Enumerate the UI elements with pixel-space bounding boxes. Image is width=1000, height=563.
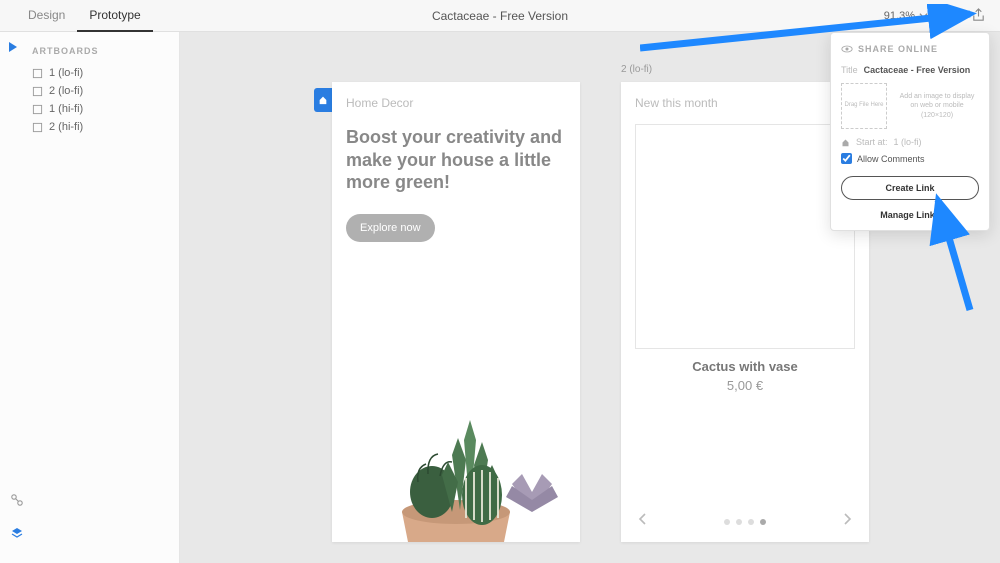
thumbnail-dropzone[interactable]: Drag File Here — [841, 83, 887, 129]
home-indicator[interactable] — [314, 88, 332, 112]
artboard-icon — [32, 122, 43, 133]
artboard-label: 2 (lo-fi) — [49, 85, 83, 97]
artboard-item-2-hifi[interactable]: 2 (hi-fi) — [32, 118, 179, 136]
home-icon — [841, 138, 850, 147]
share-icon[interactable] — [971, 8, 986, 23]
share-panel: SHARE ONLINE Title Cactaceae - Free Vers… — [830, 32, 990, 231]
artboard-item-1-lofi[interactable]: 1 (lo-fi) — [32, 64, 179, 82]
hero-illustration — [332, 352, 580, 542]
artboard-1-lofi[interactable]: 1 (lo-fi) Home Decor Boost your creativi… — [332, 82, 580, 542]
canvas[interactable]: 1 (lo-fi) Home Decor Boost your creativi… — [180, 32, 1000, 563]
chevron-right-icon[interactable] — [839, 511, 855, 532]
product-image-placeholder — [635, 124, 855, 349]
share-panel-heading: SHARE ONLINE — [841, 43, 979, 55]
artboard-item-1-hifi[interactable]: 1 (hi-fi) — [32, 100, 179, 118]
artboard-label: 1 (lo-fi) — [49, 67, 83, 79]
carousel-pager — [621, 511, 869, 532]
thumbnail-help: Add an image to display on web or mobile… — [895, 92, 979, 119]
layers-tool-icon[interactable] — [10, 526, 24, 545]
start-at-label: Start at: — [856, 137, 888, 147]
artboard-label: 1 (hi-fi) — [49, 103, 83, 115]
document-title: Cactaceae - Free Version — [432, 9, 568, 23]
product-name: Cactus with vase — [621, 359, 869, 374]
tab-design[interactable]: Design — [16, 0, 77, 32]
artboard-item-2-lofi[interactable]: 2 (lo-fi) — [32, 82, 179, 100]
share-title-value[interactable]: Cactaceae - Free Version — [864, 65, 971, 75]
artboard-label: 2 (hi-fi) — [49, 121, 83, 133]
product-price: 5,00 € — [621, 378, 869, 393]
artboard-icon — [32, 68, 43, 79]
home-icon — [318, 95, 328, 105]
zoom-value: 91.3% — [884, 10, 915, 22]
share-title-label: Title — [841, 65, 858, 75]
start-at-value[interactable]: 1 (lo-fi) — [894, 137, 922, 147]
pager-dots — [724, 519, 766, 525]
zoom-control[interactable]: 91.3% — [884, 10, 928, 22]
artboards-heading: ARTBOARDS — [32, 46, 179, 56]
top-toolbar: Design Prototype Cactaceae - Free Versio… — [0, 0, 1000, 32]
chevron-down-icon — [919, 11, 928, 20]
device-preview-icon[interactable] — [942, 8, 957, 23]
section-header: New this month — [635, 96, 718, 110]
chevron-left-icon[interactable] — [635, 511, 651, 532]
manage-links-button[interactable]: Manage Links — [841, 210, 979, 220]
artboard-list: 1 (lo-fi) 2 (lo-fi) 1 (hi-fi) 2 (hi-fi) — [32, 64, 179, 136]
artboard-2-label: 2 (lo-fi) — [621, 64, 652, 75]
left-sidebar: ARTBOARDS 1 (lo-fi) 2 (lo-fi) 1 (hi-fi) … — [0, 32, 180, 563]
play-tool-icon[interactable] — [6, 40, 20, 59]
allow-comments-input[interactable] — [841, 153, 852, 164]
link-tool-icon[interactable] — [10, 493, 24, 512]
artboard-icon — [32, 86, 43, 97]
mode-tabs: Design Prototype — [16, 0, 153, 32]
hero-headline: Boost your creativity and make your hous… — [332, 120, 580, 208]
eye-icon — [841, 43, 853, 55]
create-link-button[interactable]: Create Link — [841, 176, 979, 200]
explore-button[interactable]: Explore now — [346, 214, 435, 242]
artboard-icon — [32, 104, 43, 115]
tab-prototype[interactable]: Prototype — [77, 0, 152, 32]
search-field-placeholder: Home Decor — [332, 82, 580, 120]
allow-comments-checkbox[interactable]: Allow Comments — [841, 153, 979, 164]
